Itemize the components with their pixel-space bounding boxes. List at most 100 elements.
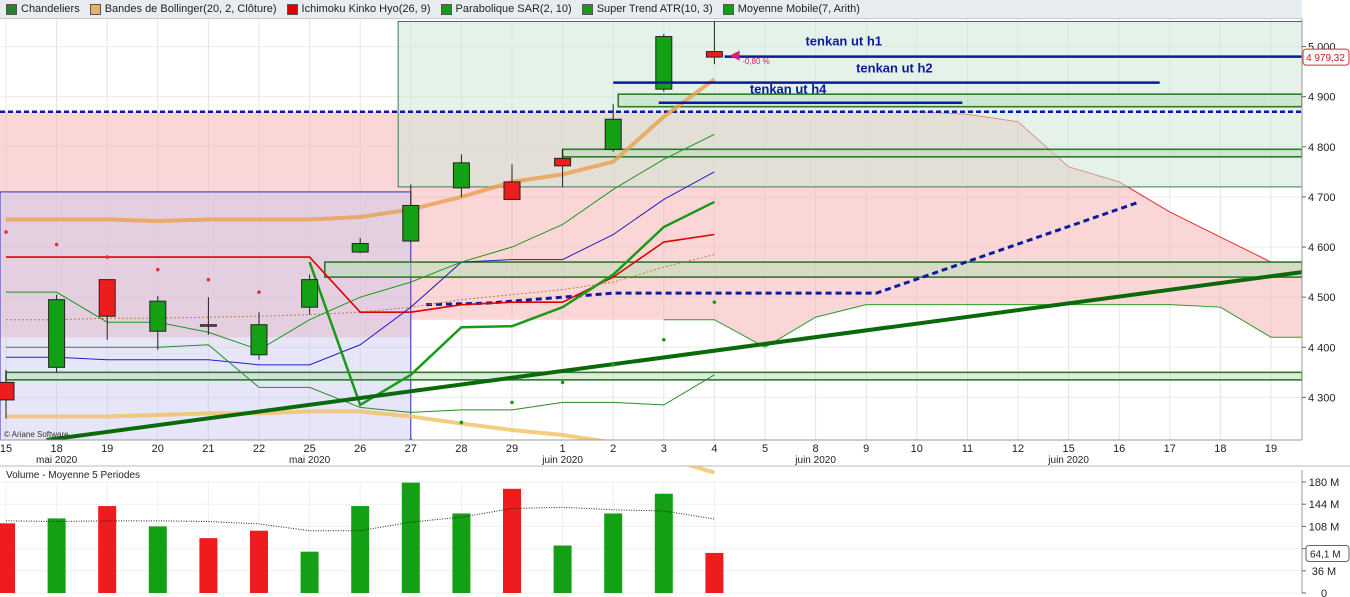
- sar-dot: [712, 300, 717, 304]
- price-tick-label: 4 300: [1308, 392, 1336, 404]
- date-tick-label: 2: [610, 443, 616, 455]
- chart-window: Chandeliers Bandes de Bollinger(20, 2, Cl…: [0, 0, 1350, 597]
- legend-swatch-icon: [581, 3, 593, 15]
- date-tick-label: 9: [863, 443, 869, 455]
- volume-title: Volume - Moyenne 5 Periodes: [6, 470, 140, 481]
- date-tick-label: 27: [405, 443, 417, 455]
- date-tick-label: 19: [101, 443, 113, 455]
- date-tick-label: 19: [1265, 443, 1277, 455]
- sar-dot: [662, 337, 666, 342]
- date-tick-label: 28: [455, 443, 467, 455]
- volume-tick-label: 36 M: [1312, 566, 1336, 578]
- volume-tick-label: 0: [1321, 588, 1327, 597]
- sar-dot: [54, 242, 59, 247]
- date-tick-label: 18: [50, 443, 62, 455]
- candle-body: [98, 279, 116, 317]
- volume-bar: [654, 493, 673, 593]
- month-label: mai 2020: [289, 455, 331, 466]
- price-tick-label: 4 900: [1308, 92, 1336, 104]
- month-label: juin 2020: [1047, 455, 1089, 466]
- date-tick-label: 8: [813, 443, 819, 455]
- change-label: -0,80 %: [742, 57, 770, 66]
- legend-item[interactable]: Parabolique SAR(2, 10): [440, 3, 572, 15]
- indicator-legend: Chandeliers Bandes de Bollinger(20, 2, Cl…: [0, 0, 1302, 19]
- legend-item[interactable]: Moyenne Mobile(7, Arith): [722, 3, 860, 15]
- date-tick-label: 12: [1012, 443, 1024, 455]
- legend-swatch-icon: [6, 3, 17, 15]
- legend-item[interactable]: Bandes de Bollinger(20, 2, Clôture): [89, 3, 277, 15]
- price-chart[interactable]: tenkan ut h1 tenkan ut h2 tenkan ut h4 -0,8…: [0, 0, 1350, 597]
- legend-swatch-icon: [722, 3, 734, 15]
- legend-label: Parabolique SAR(2, 10): [455, 3, 572, 15]
- legend-label: Moyenne Mobile(7, Arith): [737, 3, 860, 15]
- volume-bar: [401, 482, 420, 593]
- volume-bar: [148, 526, 167, 593]
- volume-bar: [300, 551, 319, 593]
- volume-bar: [47, 518, 66, 593]
- candle-body: [199, 324, 217, 327]
- price-tick-label: 4 800: [1308, 142, 1336, 154]
- date-tick-label: 26: [354, 443, 366, 455]
- date-tick-label: 29: [506, 443, 518, 455]
- copyright-text: © Ariane Software: [4, 430, 69, 439]
- date-tick-label: 21: [202, 443, 214, 455]
- legend-swatch-icon: [440, 3, 452, 15]
- legend-item[interactable]: Super Trend ATR(10, 3): [581, 3, 713, 15]
- price-tick-label: 4 700: [1308, 192, 1336, 204]
- month-label: mai 2020: [36, 455, 78, 466]
- legend-label: Bandes de Bollinger(20, 2, Clôture): [104, 3, 277, 15]
- date-tick-label: 10: [911, 443, 923, 455]
- date-tick-label: 1: [560, 443, 566, 455]
- date-tick-label: 18: [1214, 443, 1226, 455]
- support-band: [323, 261, 1303, 278]
- sar-dot: [105, 255, 109, 259]
- volume-last-label: 64,1 M: [1310, 549, 1341, 560]
- volume-bar: [452, 513, 471, 593]
- volume-bar: [553, 545, 572, 593]
- volume-tick-label: 144 M: [1309, 499, 1340, 511]
- date-tick-label: 15: [1062, 443, 1074, 455]
- candle-body: [149, 300, 167, 332]
- volume-bar: [199, 538, 218, 593]
- sar-dot: [560, 380, 565, 385]
- candle-body: [554, 157, 572, 167]
- date-tick-label: 3: [661, 443, 667, 455]
- support-band: [617, 93, 1303, 108]
- support-band: [561, 148, 1303, 158]
- volume-bar: [351, 506, 370, 593]
- sar-dot: [4, 230, 8, 234]
- volume-bar: [98, 506, 117, 593]
- date-tick-label: 15: [0, 443, 12, 455]
- volume-tick-label: 180 M: [1309, 477, 1340, 489]
- price-tick-label: 4 600: [1308, 242, 1336, 254]
- annotation-label: tenkan ut h1: [805, 34, 882, 49]
- month-label: juin 2020: [541, 455, 583, 466]
- candle-body: [48, 299, 66, 368]
- date-tick-label: 22: [253, 443, 265, 455]
- legend-swatch-icon: [286, 3, 298, 15]
- volume-bar: [503, 488, 521, 593]
- sar-dot: [459, 420, 464, 425]
- candle-body: [402, 204, 420, 242]
- legend-label: Chandeliers: [21, 3, 80, 15]
- month-label: juin 2020: [794, 455, 836, 466]
- date-tick-label: 20: [152, 443, 164, 455]
- candle-body: [604, 118, 622, 150]
- last-price-label: 4 979,32: [1306, 53, 1345, 64]
- legend-label: Ichimoku Kinko Hyo(26, 9): [301, 3, 431, 15]
- legend-label: Super Trend ATR(10, 3): [596, 3, 713, 15]
- legend-item[interactable]: Ichimoku Kinko Hyo(26, 9): [286, 3, 431, 15]
- price-axis: [1302, 19, 1350, 440]
- candle-body: [452, 162, 470, 189]
- date-tick-label: 16: [1113, 443, 1125, 455]
- sar-dot: [510, 400, 514, 405]
- price-tick-label: 4 500: [1308, 292, 1336, 304]
- legend-swatch-icon: [89, 3, 101, 15]
- candle-body: [705, 51, 723, 58]
- sar-dot: [206, 277, 211, 282]
- date-tick-label: 5: [762, 443, 768, 455]
- legend-item[interactable]: Chandeliers: [6, 3, 80, 15]
- candle-body: [301, 279, 319, 308]
- sar-dot: [156, 267, 160, 272]
- annotation-label: tenkan ut h2: [856, 61, 933, 76]
